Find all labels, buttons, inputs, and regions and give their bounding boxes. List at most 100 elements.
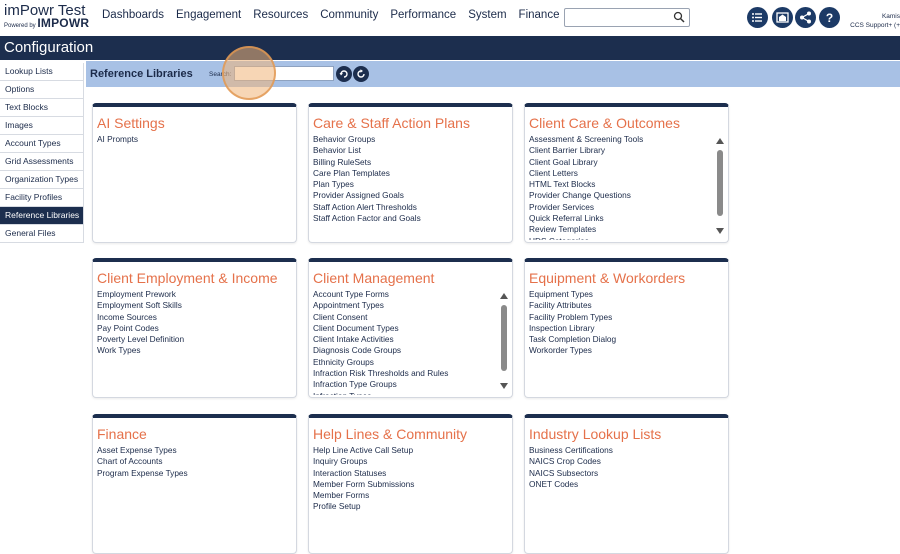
link-client-letters[interactable]: Client Letters xyxy=(529,168,712,179)
global-search-input[interactable] xyxy=(564,8,690,27)
sidebar-item-lookup-lists[interactable]: Lookup Lists xyxy=(0,63,84,81)
link-program-expense-types[interactable]: Program Expense Types xyxy=(97,468,280,479)
scroll-down-icon[interactable] xyxy=(716,228,724,234)
link-facility-problem-types[interactable]: Facility Problem Types xyxy=(529,312,712,323)
link-infraction-type-groups[interactable]: Infraction Type Groups xyxy=(313,379,496,390)
link-inquiry-groups[interactable]: Inquiry Groups xyxy=(313,456,496,467)
link-infraction-types[interactable]: Infraction Types xyxy=(313,391,496,395)
scroll-thumb[interactable] xyxy=(501,305,507,371)
link-ethnicity-groups[interactable]: Ethnicity Groups xyxy=(313,357,496,368)
scroll-down-icon[interactable] xyxy=(500,383,508,389)
help-icon[interactable]: ? xyxy=(819,7,840,28)
link-interaction-statuses[interactable]: Interaction Statuses xyxy=(313,468,496,479)
scroll-up-icon[interactable] xyxy=(500,293,508,299)
link-behavior-groups[interactable]: Behavior Groups xyxy=(313,134,496,145)
link-asset-expense-types[interactable]: Asset Expense Types xyxy=(97,445,280,456)
scrollbar[interactable] xyxy=(500,293,508,389)
link-staff-action-alert-thresholds[interactable]: Staff Action Alert Thresholds xyxy=(313,202,496,213)
link-ai-prompts[interactable]: AI Prompts xyxy=(97,134,280,145)
link-task-completion-dialog[interactable]: Task Completion Dialog xyxy=(529,334,712,345)
link-onet-codes[interactable]: ONET Codes xyxy=(529,479,712,490)
sidebar-item-general-files[interactable]: General Files xyxy=(0,225,84,243)
link-diagnosis-code-groups[interactable]: Diagnosis Code Groups xyxy=(313,345,496,356)
share-icon[interactable] xyxy=(795,7,816,28)
brand-logo[interactable]: imPowr Test Powered by IMPOWR xyxy=(4,3,89,30)
link-inspection-library[interactable]: Inspection Library xyxy=(529,323,712,334)
link-account-type-forms[interactable]: Account Type Forms xyxy=(313,289,496,300)
link-work-types[interactable]: Work Types xyxy=(97,345,280,356)
link-member-forms[interactable]: Member Forms xyxy=(313,490,496,501)
sidebar-item-facility-profiles[interactable]: Facility Profiles xyxy=(0,189,84,207)
nav-community[interactable]: Community xyxy=(320,9,378,21)
link-workorder-types[interactable]: Workorder Types xyxy=(529,345,712,356)
nav-performance[interactable]: Performance xyxy=(390,9,456,21)
link-client-document-types[interactable]: Client Document Types xyxy=(313,323,496,334)
nav-system[interactable]: System xyxy=(468,9,506,21)
link-income-sources[interactable]: Income Sources xyxy=(97,312,280,323)
link-employment-prework[interactable]: Employment Prework xyxy=(97,289,280,300)
link-help-line-active-call-setup[interactable]: Help Line Active Call Setup xyxy=(313,445,496,456)
link-html-text-blocks[interactable]: HTML Text Blocks xyxy=(529,179,712,190)
nav-resources[interactable]: Resources xyxy=(253,9,308,21)
link-infraction-risk-thresholds-and-rules[interactable]: Infraction Risk Thresholds and Rules xyxy=(313,368,496,379)
nav-finance[interactable]: Finance xyxy=(519,9,560,21)
undo-icon[interactable] xyxy=(336,66,352,82)
link-plan-types[interactable]: Plan Types xyxy=(313,179,496,190)
link-quick-referral-links[interactable]: Quick Referral Links xyxy=(529,213,712,224)
link-chart-of-accounts[interactable]: Chart of Accounts xyxy=(97,456,280,467)
link-pay-point-codes[interactable]: Pay Point Codes xyxy=(97,323,280,334)
link-client-intake-activities[interactable]: Client Intake Activities xyxy=(313,334,496,345)
link-employment-soft-skills[interactable]: Employment Soft Skills xyxy=(97,300,280,311)
page-title: Configuration xyxy=(4,39,94,56)
link-assessment-and-screening-tools[interactable]: Assessment & Screening Tools xyxy=(529,134,712,145)
card-link-list: Asset Expense Types Chart of Accounts Prog… xyxy=(97,445,280,551)
card-title: Finance xyxy=(97,426,147,442)
link-behavior-list[interactable]: Behavior List xyxy=(313,145,496,156)
search-icon[interactable] xyxy=(673,11,685,23)
card-title: Equipment & Workorders xyxy=(529,270,686,286)
link-client-barrier-library[interactable]: Client Barrier Library xyxy=(529,145,712,156)
user-info[interactable]: Kamis CCS Support+ (+ xyxy=(846,12,900,30)
sidebar-item-text-blocks[interactable]: Text Blocks xyxy=(0,99,84,117)
link-facility-attributes[interactable]: Facility Attributes xyxy=(529,300,712,311)
card-client-management: Client Management Account Type Forms Appoi… xyxy=(308,258,513,398)
home-icon[interactable] xyxy=(772,7,793,28)
sidebar-item-reference-libraries[interactable]: Reference Libraries xyxy=(0,207,84,225)
link-client-consent[interactable]: Client Consent xyxy=(313,312,496,323)
nav-engagement[interactable]: Engagement xyxy=(176,9,241,21)
card-link-list: Business Certifications NAICS Crop Codes N… xyxy=(529,445,712,551)
link-billing-rulesets[interactable]: Billing RuleSets xyxy=(313,157,496,168)
scrollbar[interactable] xyxy=(716,138,724,234)
link-naics-subsectors[interactable]: NAICS Subsectors xyxy=(529,468,712,479)
link-staff-action-factor-and-goals[interactable]: Staff Action Factor and Goals xyxy=(313,213,496,224)
link-member-form-submissions[interactable]: Member Form Submissions xyxy=(313,479,496,490)
link-poverty-level-definition[interactable]: Poverty Level Definition xyxy=(97,334,280,345)
scroll-up-icon[interactable] xyxy=(716,138,724,144)
list-icon[interactable] xyxy=(747,7,768,28)
link-review-templates[interactable]: Review Templates xyxy=(529,224,712,235)
sidebar-item-grid-assessments[interactable]: Grid Assessments xyxy=(0,153,84,171)
nav-dashboards[interactable]: Dashboards xyxy=(102,9,164,21)
link-business-certifications[interactable]: Business Certifications xyxy=(529,445,712,456)
sidebar-item-account-types[interactable]: Account Types xyxy=(0,135,84,153)
card-title: Client Employment & Income xyxy=(97,270,278,286)
brand-powered: Powered by IMPOWR xyxy=(4,16,90,30)
brand-name: IMPOWR xyxy=(37,16,90,30)
link-profile-setup[interactable]: Profile Setup xyxy=(313,501,496,512)
link-care-plan-templates[interactable]: Care Plan Templates xyxy=(313,168,496,179)
card-ai-settings: AI Settings AI Prompts xyxy=(92,103,297,243)
scroll-thumb[interactable] xyxy=(717,150,723,216)
link-client-goal-library[interactable]: Client Goal Library xyxy=(529,157,712,168)
card-industry-lookup-lists: Industry Lookup Lists Business Certificat… xyxy=(524,414,729,554)
link-provider-services[interactable]: Provider Services xyxy=(529,202,712,213)
refresh-icon[interactable] xyxy=(353,66,369,82)
sidebar-item-options[interactable]: Options xyxy=(0,81,84,99)
link-provider-assigned-goals[interactable]: Provider Assigned Goals xyxy=(313,190,496,201)
link-provider-change-questions[interactable]: Provider Change Questions xyxy=(529,190,712,201)
sidebar-item-images[interactable]: Images xyxy=(0,117,84,135)
link-appointment-types[interactable]: Appointment Types xyxy=(313,300,496,311)
link-uds-categories[interactable]: UDS Categories xyxy=(529,236,712,240)
sidebar-item-organization-types[interactable]: Organization Types xyxy=(0,171,84,189)
link-equipment-types[interactable]: Equipment Types xyxy=(529,289,712,300)
link-naics-crop-codes[interactable]: NAICS Crop Codes xyxy=(529,456,712,467)
